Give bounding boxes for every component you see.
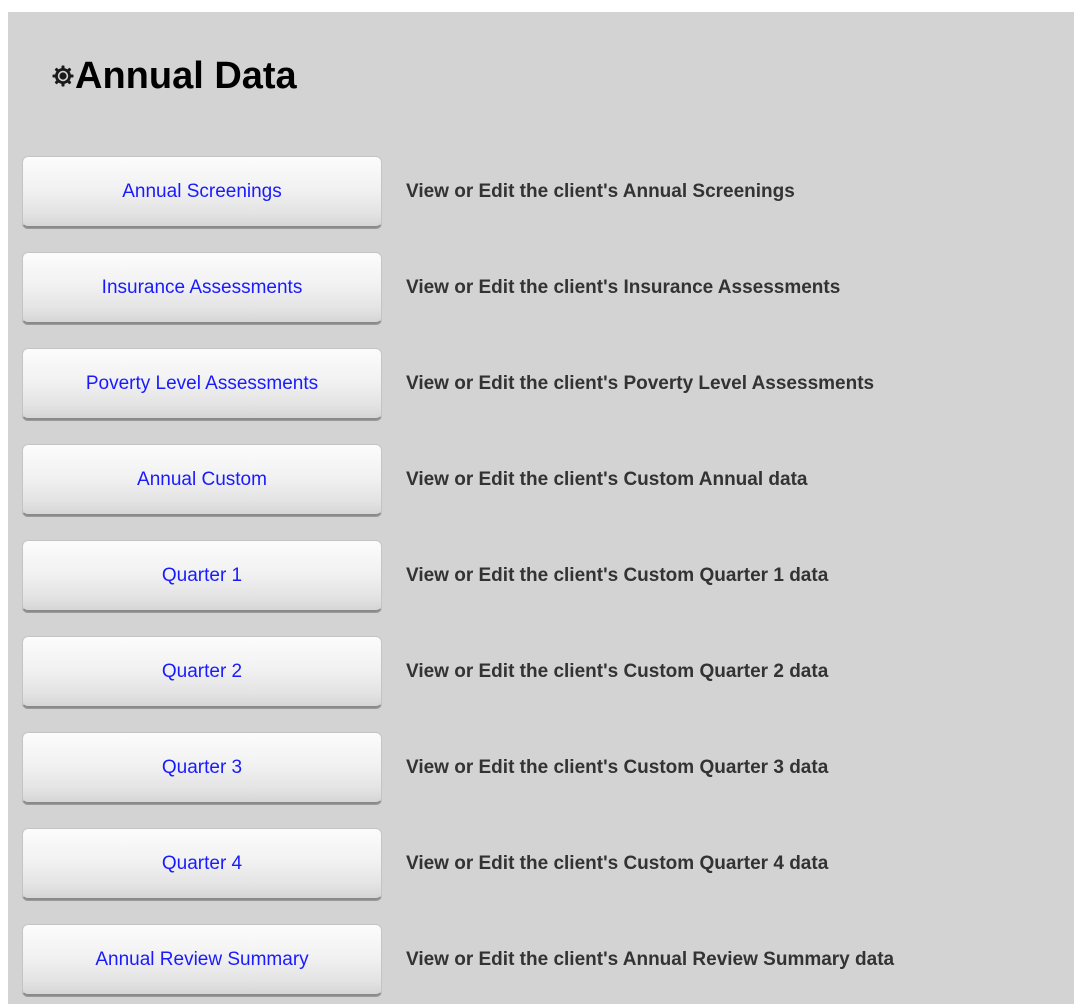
annual-screenings-description: View or Edit the client's Annual Screeni… <box>406 181 795 202</box>
quarter-2-description: View or Edit the client's Custom Quarter… <box>406 661 829 682</box>
gear-icon <box>52 65 74 87</box>
list-item: Quarter 2 View or Edit the client's Cust… <box>22 636 1062 708</box>
list-item: Annual Custom View or Edit the client's … <box>22 444 1062 516</box>
poverty-level-assessments-button[interactable]: Poverty Level Assessments <box>22 348 382 420</box>
list-item: Quarter 1 View or Edit the client's Cust… <box>22 540 1062 612</box>
list-item: Quarter 3 View or Edit the client's Cust… <box>22 732 1062 804</box>
quarter-2-button[interactable]: Quarter 2 <box>22 636 382 708</box>
annual-review-summary-button[interactable]: Annual Review Summary <box>22 924 382 996</box>
annual-review-summary-description: View or Edit the client's Annual Review … <box>406 949 895 970</box>
annual-custom-description: View or Edit the client's Custom Annual … <box>406 469 808 490</box>
page-title: Annual Data <box>75 55 297 97</box>
list-item: Annual Screenings View or Edit the clien… <box>22 156 1062 228</box>
list-item: Annual Review Summary View or Edit the c… <box>22 924 1062 996</box>
quarter-1-description: View or Edit the client's Custom Quarter… <box>406 565 829 586</box>
quarter-3-description: View or Edit the client's Custom Quarter… <box>406 757 829 778</box>
page-header: Annual Data <box>52 52 297 100</box>
quarter-4-description: View or Edit the client's Custom Quarter… <box>406 853 829 874</box>
quarter-1-button[interactable]: Quarter 1 <box>22 540 382 612</box>
list-item: Insurance Assessments View or Edit the c… <box>22 252 1062 324</box>
poverty-level-assessments-description: View or Edit the client's Poverty Level … <box>406 373 875 394</box>
insurance-assessments-button[interactable]: Insurance Assessments <box>22 252 382 324</box>
quarter-3-button[interactable]: Quarter 3 <box>22 732 382 804</box>
quarter-4-button[interactable]: Quarter 4 <box>22 828 382 900</box>
list-item: Quarter 4 View or Edit the client's Cust… <box>22 828 1062 900</box>
list-item: Poverty Level Assessments View or Edit t… <box>22 348 1062 420</box>
annual-screenings-button[interactable]: Annual Screenings <box>22 156 382 228</box>
insurance-assessments-description: View or Edit the client's Insurance Asse… <box>406 277 841 298</box>
annual-custom-button[interactable]: Annual Custom <box>22 444 382 516</box>
